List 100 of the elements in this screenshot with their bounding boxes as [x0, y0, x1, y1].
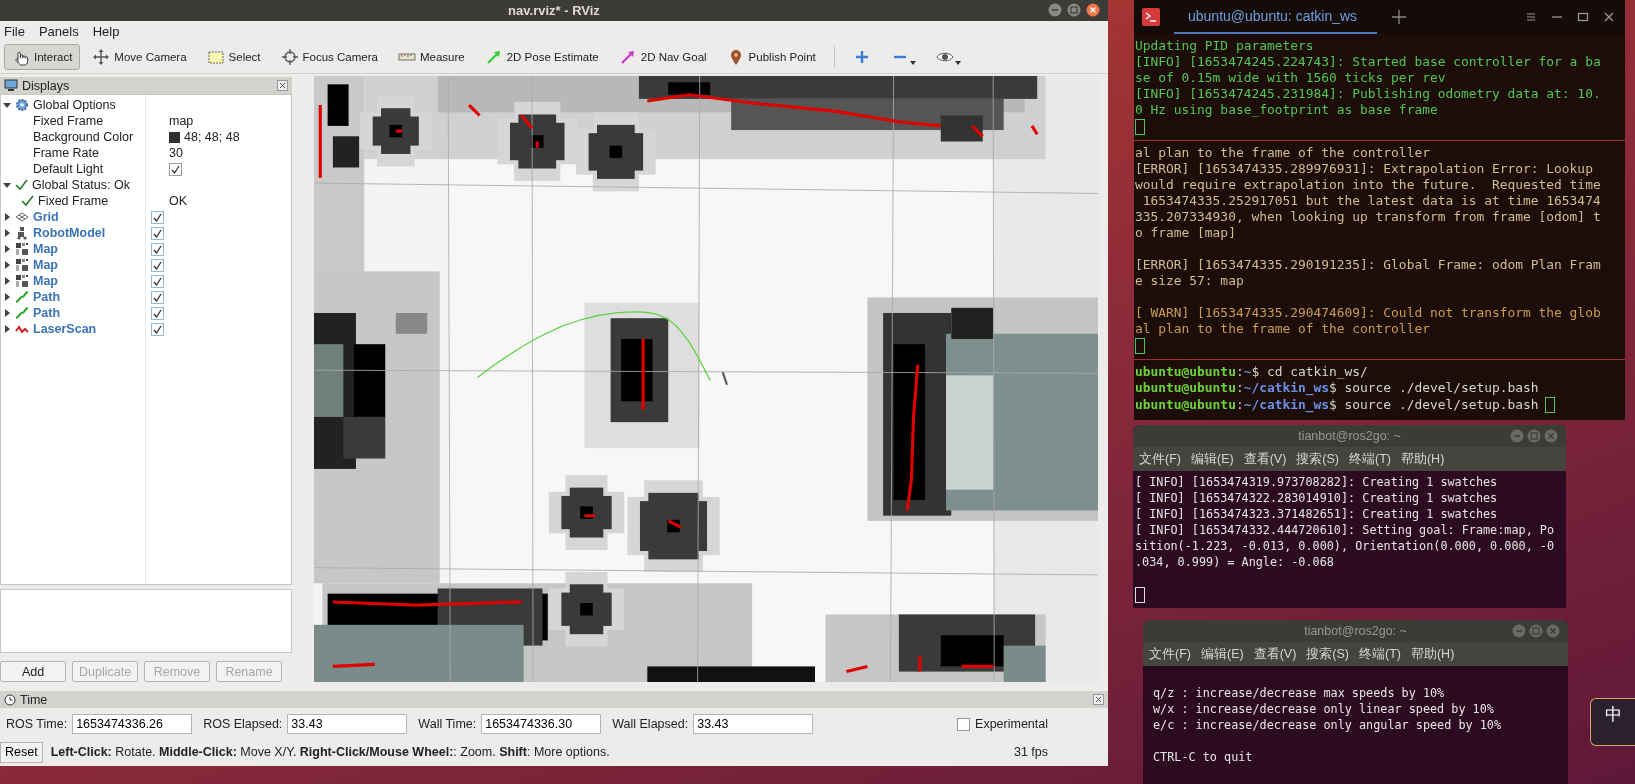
tool-button[interactable]: Measure	[389, 44, 473, 70]
checkbox[interactable]	[151, 274, 164, 288]
property-value[interactable]: OK	[169, 194, 188, 208]
tree-label[interactable]: Default Light	[33, 162, 104, 176]
time-field[interactable]: 1653474336.30	[481, 714, 602, 734]
menu-item[interactable]: 查看(V)	[1243, 450, 1287, 468]
collapsed-arrow-icon[interactable]	[3, 325, 11, 333]
menu-item[interactable]: 终端(T)	[1349, 450, 1391, 468]
checkbox[interactable]	[151, 306, 164, 320]
expanded-arrow-icon[interactable]	[3, 181, 11, 189]
property-value[interactable]: map	[169, 114, 194, 128]
tool-button[interactable]: Interact	[4, 44, 81, 70]
maximize-icon[interactable]	[1067, 3, 1081, 17]
log-line: 0 Hz using base_footprint as base frame	[1135, 102, 1438, 118]
tree-label[interactable]: Path	[33, 306, 61, 320]
close-icon[interactable]	[277, 80, 288, 91]
minimize-icon[interactable]	[1048, 3, 1062, 17]
tool-button[interactable]: 2D Nav Goal	[610, 44, 715, 70]
tree-label[interactable]: Global Status: Ok	[32, 178, 130, 192]
checkbox[interactable]	[151, 322, 164, 336]
tool-button[interactable]: Select	[198, 44, 269, 70]
tree-label[interactable]: Map	[33, 242, 58, 256]
time-field[interactable]: 33.43	[287, 714, 408, 734]
menu-item[interactable]: Panels	[38, 23, 79, 39]
menu-item[interactable]: 搜索(S)	[1306, 645, 1349, 663]
tree-label[interactable]: Grid	[33, 210, 59, 224]
tool-button[interactable]: Move Camera	[84, 44, 195, 70]
checkbox[interactable]	[151, 242, 164, 256]
occupancy-map-drawing[interactable]	[314, 76, 1098, 682]
close-icon[interactable]	[1603, 11, 1615, 23]
map-grid-icon	[15, 242, 29, 256]
collapsed-arrow-icon[interactable]	[3, 229, 11, 237]
window-title: tianbot@ros2go: ~	[1298, 429, 1401, 443]
menu-item[interactable]: 搜索(S)	[1296, 450, 1339, 468]
menu-item[interactable]: 帮助(H)	[1400, 450, 1445, 468]
log-line: [ WARN] [1653474335.290474609]: Could not transform the glob	[1135, 304, 1601, 321]
log-line: 335.207334930, when looking up transform from frame [odom] t	[1135, 209, 1601, 225]
grid-icon	[15, 210, 29, 224]
close-icon[interactable]	[1086, 3, 1100, 17]
checkbox[interactable]	[151, 210, 164, 224]
prompt-line: ubuntu@ubuntu:~$ cd catkin_ws/	[1135, 364, 1368, 380]
caret-icon[interactable]	[909, 61, 916, 65]
menu-item[interactable]: 查看(V)	[1253, 645, 1297, 663]
menu-item[interactable]: 编辑(E)	[1200, 645, 1244, 663]
log-line: [ INFO] [1653474319.973708282]: Creating 1 swatches	[1135, 474, 1499, 490]
input-method-indicator[interactable]: 中	[1590, 698, 1635, 746]
checkbox[interactable]	[151, 258, 164, 272]
tree-label[interactable]: Frame Rate	[33, 146, 99, 160]
menu-item[interactable]: Help	[92, 23, 120, 39]
monitor-icon	[4, 79, 18, 92]
expanded-arrow-icon[interactable]	[3, 101, 11, 109]
tree-label[interactable]: RobotModel	[33, 226, 106, 240]
add-tab-icon[interactable]	[1391, 9, 1408, 25]
checkbox[interactable]	[169, 162, 182, 176]
menu-item[interactable]: 终端(T)	[1359, 645, 1401, 663]
collapsed-arrow-icon[interactable]	[3, 309, 11, 317]
menu-item[interactable]: 文件(F)	[1149, 645, 1191, 663]
menu-item[interactable]: 编辑(E)	[1190, 450, 1234, 468]
tree-label[interactable]: Map	[33, 274, 58, 288]
panel-title: Displays	[22, 78, 71, 93]
tool-button[interactable]: 2D Pose Estimate	[476, 44, 607, 70]
tree-label[interactable]: Background Color	[33, 130, 134, 144]
gear-icon	[15, 98, 29, 112]
tool-button[interactable]: Publish Point	[718, 44, 824, 70]
menu-item[interactable]: 文件(F)	[1139, 450, 1181, 468]
window-title: tianbot@ros2go: ~	[1304, 624, 1407, 638]
collapsed-arrow-icon[interactable]	[3, 277, 11, 285]
tool-button[interactable]: Focus Camera	[272, 44, 386, 70]
tree-label[interactable]: Fixed Frame	[38, 194, 109, 208]
color-swatch[interactable]	[169, 131, 180, 143]
reset-button[interactable]: Reset	[0, 741, 43, 763]
tree-label[interactable]: LaserScan	[33, 322, 97, 336]
caret-icon[interactable]	[954, 61, 961, 65]
collapsed-arrow-icon[interactable]	[3, 261, 11, 269]
checkbox[interactable]	[957, 717, 971, 731]
menu-item[interactable]: 帮助(H)	[1410, 645, 1455, 663]
robot-icon	[15, 226, 29, 240]
menu-icon[interactable]	[1525, 11, 1537, 23]
collapsed-arrow-icon[interactable]	[3, 245, 11, 253]
panel-button[interactable]: Add	[0, 661, 66, 682]
crosshair-icon[interactable]	[280, 48, 299, 66]
checkbox[interactable]	[151, 290, 164, 304]
tree-label[interactable]: Fixed Frame	[33, 114, 104, 128]
property-value[interactable]: 30	[169, 146, 183, 160]
menu-item[interactable]: File	[4, 23, 25, 39]
checkbox[interactable]	[151, 226, 164, 240]
collapsed-arrow-icon[interactable]	[3, 293, 11, 301]
tree-label[interactable]: Global Options	[33, 98, 116, 112]
close-icon[interactable]	[1093, 694, 1104, 705]
log-line: would require extrapolation into the future. Requested time	[1135, 177, 1601, 193]
move-arrows-icon[interactable]	[92, 48, 111, 66]
log-line: [ INFO] [1653474323.371482651]: Creating 1 swatches	[1135, 506, 1499, 522]
tree-label[interactable]: Path	[33, 290, 61, 304]
tree-label[interactable]: Map	[33, 258, 58, 272]
time-field[interactable]: 33.43	[693, 714, 814, 734]
maximize-icon[interactable]	[1577, 11, 1589, 23]
time-field[interactable]: 1653474336.26	[72, 714, 193, 734]
log-line: [INFO] [1653474245.224743]: Started base controller for a ba	[1135, 54, 1601, 70]
collapsed-arrow-icon[interactable]	[3, 213, 11, 221]
property-value[interactable]: 48; 48; 48	[184, 130, 240, 144]
